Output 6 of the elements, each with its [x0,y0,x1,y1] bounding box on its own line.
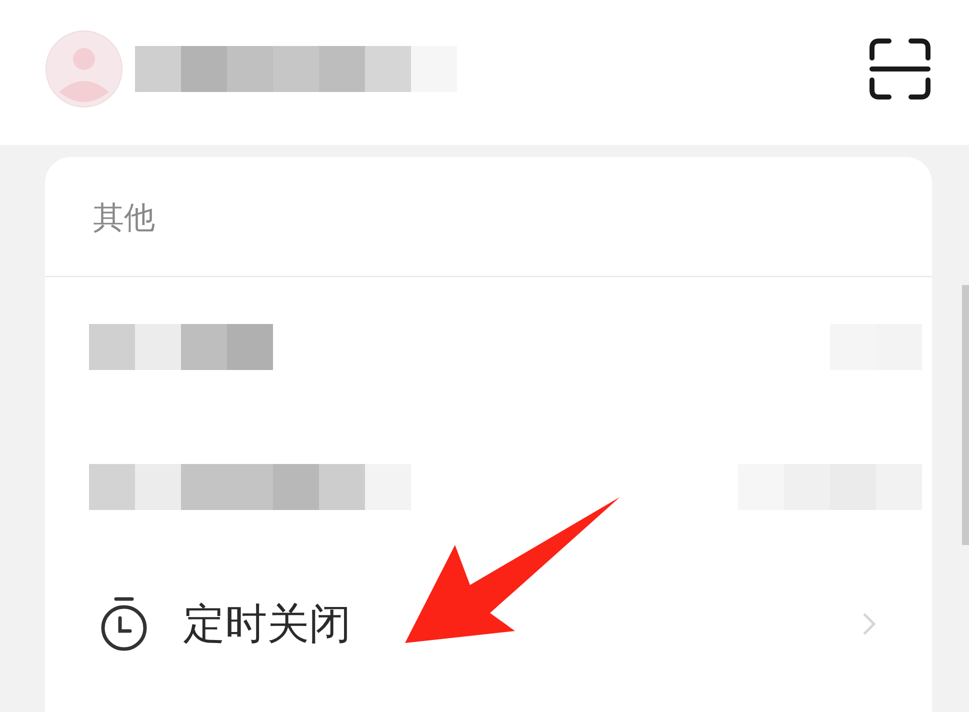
menu-item-label: 定时关闭 [183,598,352,650]
timer-icon [99,596,149,652]
menu-item[interactable]: 定时关闭 [45,557,932,677]
scan-icon[interactable] [869,38,931,100]
section-title: 其他 [92,199,156,237]
chevron-icon [862,612,876,636]
